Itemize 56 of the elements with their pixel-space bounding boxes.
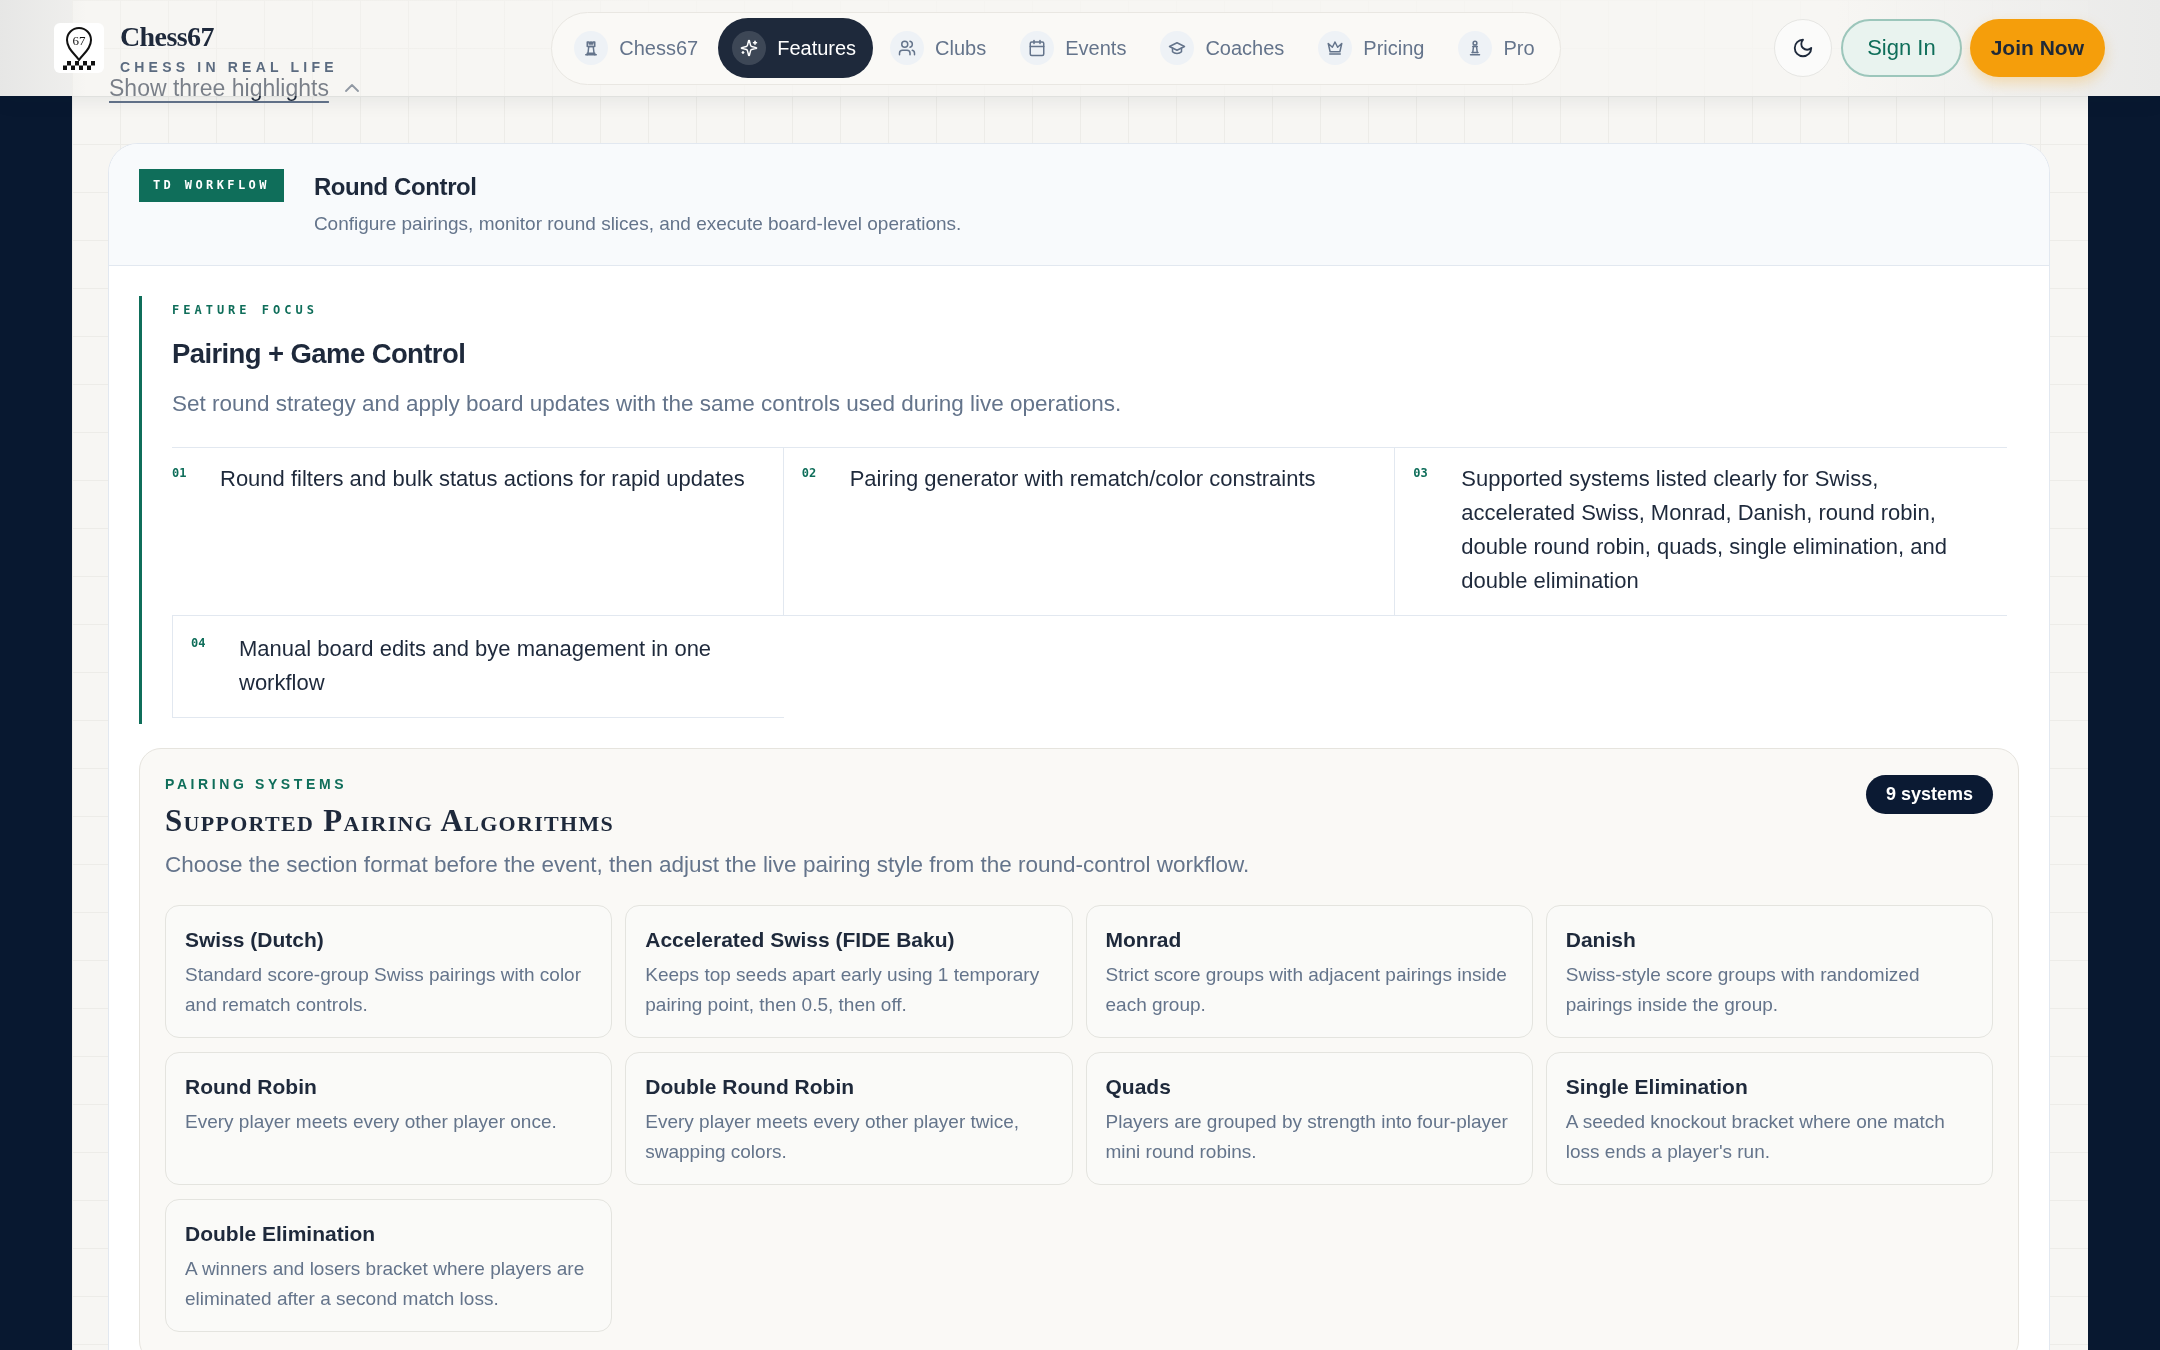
nav-tab[interactable]: Pricing: [1304, 18, 1442, 78]
system-name: Single Elimination: [1565, 1074, 1749, 1100]
system-name: Quads: [1105, 1074, 1172, 1100]
step-number: 01: [172, 465, 188, 481]
moon-icon: [1792, 37, 1815, 59]
primary-button[interactable]: Join Now: [1969, 19, 2105, 77]
graduation-cap-icon: [1160, 31, 1195, 65]
system-description: Keeps top seeds apart early using 1 temporary pairing point, then 0.5, then off.: [645, 963, 1041, 1017]
step-text: Supported systems listed clearly for Swiss, accelerated Swiss, Monrad, Danish, round robin, double round robin, quads, single elimination, and double elimination: [1461, 465, 1948, 595]
system-description: A winners and losers bracket where players are eliminated after a second match loss.: [185, 1257, 586, 1311]
crown-icon: [1318, 31, 1353, 65]
logo-icon[interactable]: 67: [54, 23, 104, 73]
system-description: Every player meets every other player once.: [185, 1110, 558, 1134]
users-icon: [890, 31, 925, 65]
section-title: Round Control: [313, 172, 478, 202]
chess-piece-icon: [1458, 31, 1493, 65]
system-description: Players are grouped by strength into four-player mini round robins.: [1105, 1110, 1509, 1164]
system-name: Round Robin: [185, 1074, 318, 1100]
system-name: Accelerated Swiss (FIDE Baku): [645, 927, 956, 953]
system-name: Double Elimination: [185, 1221, 377, 1247]
eyebrow-label: FEATURE FOCUS: [172, 302, 319, 319]
brand-tagline: CHESS IN REAL LIFE: [120, 58, 338, 75]
focus-title: Pairing + Game Control: [172, 337, 467, 371]
nav-tab[interactable]: Clubs: [876, 18, 1004, 78]
system-name: Double Round Robin: [645, 1074, 856, 1100]
system-name: Danish: [1565, 927, 1637, 953]
system-description: Swiss-style score groups with randomized pairings inside the group.: [1565, 963, 1921, 1017]
pairing-systems-description: Choose the section format before the event, then adjust the live pairing style from the round-control workflow.: [165, 851, 1251, 879]
pairing-systems-title: Supported Pairing Algorithms: [165, 802, 614, 840]
nav-tab[interactable]: Features: [718, 18, 874, 78]
focus-description: Set round strategy and apply board updates with the same controls used during live operations.: [172, 390, 1123, 418]
calendar-icon: [1020, 31, 1055, 65]
section-subtitle: Configure pairings, monitor round slices, and execute board-level operations.: [313, 212, 962, 236]
rook-icon: [574, 31, 609, 65]
nav-tab[interactable]: Chess67: [560, 18, 716, 78]
workflow-badge: TD WORKFLOW: [139, 169, 284, 202]
brand-name: Chess67: [120, 21, 215, 52]
step-text: Round filters and bulk status actions for rapid updates: [220, 465, 746, 493]
system-description: Strict score groups with adjacent pairings inside each group.: [1105, 963, 1508, 1017]
count-badge: 9 systems: [1865, 775, 1993, 814]
system-description: Every player meets every other player twice, swapping colors.: [645, 1110, 1021, 1164]
system-description: A seeded knockout bracket where one match loss ends a player's run.: [1565, 1110, 1946, 1164]
step-text: Manual board edits and bye management in one workflow: [239, 635, 713, 697]
nav-tab[interactable]: Coaches: [1146, 18, 1302, 78]
nav-tab[interactable]: Pro: [1444, 18, 1552, 78]
system-description: Standard score-group Swiss pairings with color and rematch controls.: [185, 963, 582, 1017]
step-number: 02: [801, 465, 818, 481]
nav-tab[interactable]: Events: [1006, 18, 1144, 78]
sparkles-icon: [732, 31, 767, 65]
system-name: Monrad: [1105, 927, 1183, 953]
system-name: Swiss (Dutch): [185, 927, 325, 953]
secondary-button[interactable]: Sign In: [1841, 19, 1962, 77]
step-number: 04: [191, 635, 207, 651]
step-text: Pairing generator with rematch/color constraints: [849, 465, 1317, 493]
eyebrow-label: PAIRING SYSTEMS: [165, 775, 349, 794]
step-number: 03: [1413, 465, 1429, 481]
